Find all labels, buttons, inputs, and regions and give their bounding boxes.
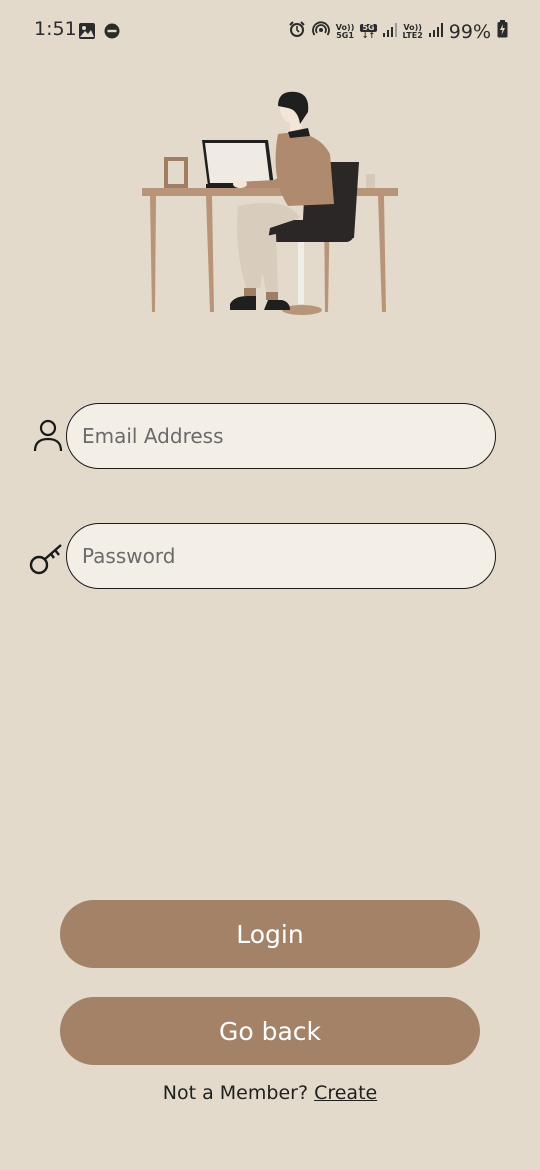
person-at-desk-illustration [138,88,402,320]
email-row [28,403,500,471]
battery-percent: 99% [448,20,491,43]
key-icon [28,537,66,577]
lte2-label: LTE2 [402,30,423,40]
status-bar: 1:51 Vo)) 5G1 5G ↓↑ Vo)) LTE2 99% [0,0,540,62]
network-indicator-2: Vo)) LTE2 [402,23,423,40]
signup-prompt-text: Not a Member? [162,1082,309,1104]
signal-icon-2 [428,21,443,42]
5g1-label: 5G1 [336,30,354,40]
signup-prompt: Not a Member? Create [0,1082,540,1104]
login-button[interactable]: Login [60,900,480,968]
password-row [28,523,500,591]
password-input[interactable] [66,523,496,589]
network-indicator-1: Vo)) 5G1 [336,23,355,40]
go-back-button[interactable]: Go back [60,997,480,1065]
email-input[interactable] [66,403,496,469]
image-icon [78,22,96,44]
status-right: Vo)) 5G1 5G ↓↑ Vo)) LTE2 99% [288,20,508,43]
network-indicator-5g: 5G ↓↑ [360,23,377,40]
hotspot-icon [311,20,330,43]
dnd-icon [104,23,120,43]
status-left-icons [78,22,120,44]
signal-icon [382,21,397,42]
status-time: 1:51 [34,18,77,40]
data-arrows-icon: ↓↑ [361,30,376,40]
alarm-icon [288,20,306,43]
person-icon [28,417,66,457]
create-account-link[interactable]: Create [314,1082,377,1104]
battery-icon [497,20,508,43]
